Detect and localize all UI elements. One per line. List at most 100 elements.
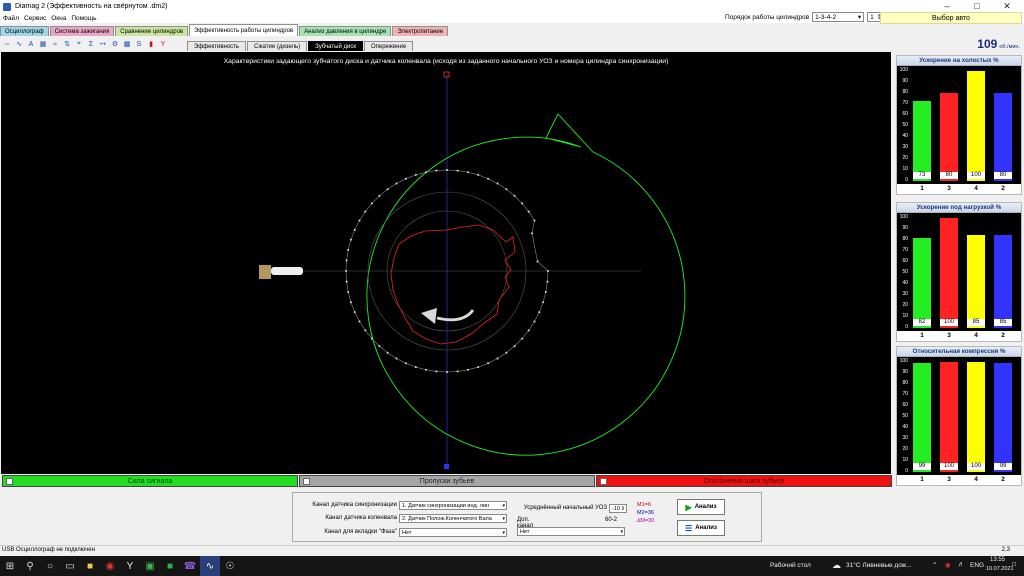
clock-time[interactable]: 13:55 xyxy=(990,557,1005,563)
bar-value-label: 100 xyxy=(940,463,958,470)
extra-channel-select[interactable]: Нет ▾ xyxy=(517,527,625,536)
menu-service[interactable]: Сервис xyxy=(24,15,46,22)
diamag-icon[interactable]: ∿ xyxy=(200,556,220,576)
m2-marker: M2=36 xyxy=(637,510,654,516)
notifications-icon[interactable]: □ xyxy=(1012,561,1016,568)
crank-channel-select[interactable]: 2. Датчик Полож.Коленчатого Вала ▾ xyxy=(399,514,507,523)
tooth-dot xyxy=(425,171,427,174)
analyze-multi-button[interactable]: ☰ Анализ xyxy=(677,520,725,536)
tooth-dot xyxy=(544,291,547,293)
subtab-toothed-disc[interactable]: Зубчатый диск xyxy=(308,41,363,51)
menu-file[interactable]: Файл xyxy=(3,15,19,22)
scope-display[interactable]: Характеристики задающего зубчатого диска… xyxy=(1,52,891,474)
weather-text[interactable]: 31°C Ливневые дож... xyxy=(846,562,912,569)
analysis-controls: Канал датчика синхронизации 1. Датчик си… xyxy=(292,492,762,542)
search-icon[interactable]: ⚲ xyxy=(20,556,40,576)
widgets-icon[interactable]: ▭ xyxy=(60,556,80,576)
tray-yandex-icon[interactable]: ◉ xyxy=(945,561,951,569)
x-tick-label: 3 xyxy=(947,332,951,339)
tooth-deviation-bar[interactable]: Отклонения шага зубьев xyxy=(596,475,892,487)
language-indicator[interactable]: ENG xyxy=(970,562,984,569)
sync-channel-select[interactable]: 1. Датчик синхронизации инд. лин ▾ xyxy=(399,501,507,510)
volume-icon[interactable]: ♬ xyxy=(958,561,965,568)
bar-cylinder-2: 99 xyxy=(994,363,1012,472)
y-tick-label: 10 xyxy=(902,166,908,172)
deviation-checkbox[interactable] xyxy=(600,478,607,485)
windows-start-icon[interactable]: ⊞ xyxy=(0,556,20,576)
bar-chart-icon[interactable]: ▮ xyxy=(146,39,156,49)
signal-checkbox[interactable] xyxy=(6,478,13,485)
tooth-dot xyxy=(547,270,549,272)
select-auto-button[interactable]: Выбор авто xyxy=(880,12,1022,24)
tooth-dot xyxy=(414,173,417,176)
tooth-skips-bar[interactable]: Пропуски зубьев xyxy=(299,475,595,487)
tab-oscilloscope[interactable]: Осциллограф xyxy=(0,26,49,36)
store-icon[interactable]: ▣ xyxy=(140,556,160,576)
tray-chevron-icon[interactable]: ⌃ xyxy=(932,561,937,569)
app-green-icon[interactable]: ■ xyxy=(160,556,180,576)
bar-cylinder-1: 82 xyxy=(913,237,931,328)
subtab-efficiency[interactable]: Эффективность xyxy=(187,41,247,51)
scale-icon[interactable]: ⇅ xyxy=(62,39,72,49)
subtab-compression-diesel[interactable]: Сжатие (дизель) xyxy=(247,41,308,51)
x-tick-label: 1 xyxy=(920,332,924,339)
y-tick-label: 30 xyxy=(902,144,908,150)
scope-title: Характеристики задающего зубчатого диска… xyxy=(223,58,669,65)
play-icon: ▶ xyxy=(685,502,692,512)
viber-icon[interactable]: ☎ xyxy=(180,556,200,576)
toolbar: ⇔ ∿ A ▦ ≈ ⇅ ⌖ Σ ↦ ⚙ ▩ S ▮ Y xyxy=(0,37,186,51)
clock-date[interactable]: 10.07.2021 xyxy=(986,566,1014,572)
x-tick-label: 4 xyxy=(974,332,978,339)
tooth-dot xyxy=(364,210,367,213)
y-tick-label: 30 xyxy=(902,435,908,441)
sensor-body-icon xyxy=(259,265,271,279)
tooth-dot xyxy=(404,362,407,365)
waveform-icon[interactable]: ∿ xyxy=(14,39,24,49)
measure-icon[interactable]: ↦ xyxy=(98,39,108,49)
x-tick-label: 2 xyxy=(1001,332,1005,339)
yandex-icon[interactable]: Y xyxy=(120,556,140,576)
cursor-icon[interactable]: ⌖ xyxy=(74,39,84,49)
y-tick-label: 60 xyxy=(902,402,908,408)
tab-cylinder-compare[interactable]: Сравнение цилиндров xyxy=(115,26,189,36)
skips-checkbox[interactable] xyxy=(303,478,310,485)
bar-cylinder-1: 99 xyxy=(913,363,931,472)
tooth-dot xyxy=(358,320,361,323)
chart-title: Ускорение на холостых % xyxy=(897,56,1021,66)
network-icon[interactable]: ⚙ xyxy=(110,39,120,49)
explorer-icon[interactable]: ■ xyxy=(80,556,100,576)
stats-icon[interactable]: S xyxy=(134,39,144,49)
desktop-label[interactable]: Рабочий стол xyxy=(770,562,811,569)
tooth-dot xyxy=(386,351,389,354)
sub-tabs: Эффективность Сжатие (дизель) Зубчатый д… xyxy=(187,40,414,51)
y-tick-label: 90 xyxy=(902,78,908,84)
multi-play-icon: ☰ xyxy=(685,523,693,533)
tab-ignition[interactable]: Система зажигания xyxy=(49,26,115,36)
zoom-fit-icon[interactable]: ⇔ xyxy=(2,39,12,49)
line-chart-icon[interactable]: ≈ xyxy=(50,39,60,49)
auto-icon[interactable]: A xyxy=(26,39,36,49)
bar-value-label: 99 xyxy=(994,463,1012,470)
tab-cylinder-efficiency[interactable]: Эффективность работы цилиндров xyxy=(189,24,299,36)
matrix-icon[interactable]: ▩ xyxy=(122,39,132,49)
avg-uoz-spinner[interactable]: -10 ⇕ xyxy=(609,504,627,513)
calc-icon[interactable]: Σ xyxy=(86,39,96,49)
analyze-button[interactable]: ▶ Анализ xyxy=(677,499,725,515)
app-disc-icon[interactable]: ☉ xyxy=(220,556,240,576)
filter-icon[interactable]: Y xyxy=(158,39,168,49)
app-icon xyxy=(3,2,11,11)
menu-help[interactable]: Помощь xyxy=(71,15,96,22)
task-view-icon[interactable]: ○ xyxy=(40,556,60,576)
chevron-down-icon: ▾ xyxy=(620,529,623,535)
subtab-advance[interactable]: Опережение xyxy=(363,41,414,51)
tab-pressure-analysis[interactable]: Анализ давления в цилиндре xyxy=(299,26,392,36)
tab-power-supply[interactable]: Электропитание xyxy=(392,26,449,36)
yandex-browser-icon[interactable]: ◉ xyxy=(100,556,120,576)
signal-strength-bar[interactable]: Сила сигнала xyxy=(2,475,298,487)
bottom-marker xyxy=(444,464,449,469)
dm-marker: ∆M=30 xyxy=(637,518,655,524)
phase-channel-select[interactable]: Нет ▾ xyxy=(399,528,507,537)
cylinder-order-select[interactable]: 1-3-4-2 ▾ xyxy=(812,12,865,22)
grid-icon[interactable]: ▦ xyxy=(38,39,48,49)
menu-windows[interactable]: Окна xyxy=(51,15,66,22)
